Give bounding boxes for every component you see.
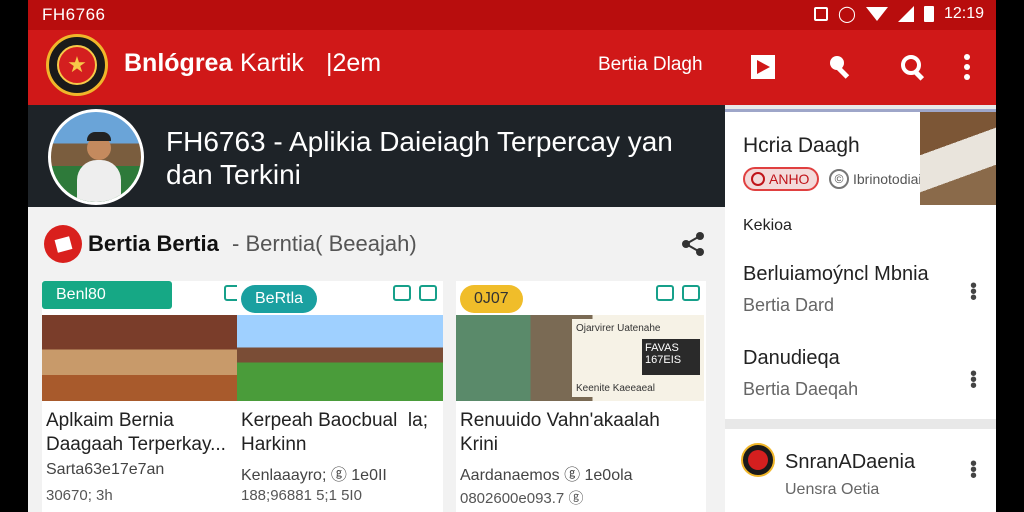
send-button[interactable]: [746, 50, 780, 84]
card-tag: BeRtla: [241, 285, 318, 313]
status-left-text: FH6766: [42, 5, 106, 24]
card-actions: [393, 285, 437, 301]
app-screen: FH6766 ◯ 12:19 ★ Bnlógrea Kartik |2em Be…: [28, 0, 996, 512]
section-title: Bertia Bertia: [88, 231, 219, 256]
more-vert-icon[interactable]: • • •: [970, 364, 977, 396]
card-tag: Benl80: [42, 281, 172, 309]
card-actions: [656, 285, 700, 301]
list-item-title[interactable]: Berluiamoýncl Mbnia: [743, 263, 929, 286]
badge-icon: [751, 172, 765, 186]
featured-badge: ANHO: [743, 167, 819, 191]
card-meta: Aardanaemos ⓖ 1e0ola: [460, 467, 633, 484]
card-tag: 0J07: [460, 285, 523, 313]
card-image-sign: Ojarvirer Uatenahe FAVAS 167EIS Keenite …: [572, 319, 700, 397]
card-date: 30670; 3h: [46, 487, 113, 504]
copyright-icon: ©: [829, 169, 849, 189]
hero-avatar: [48, 109, 144, 205]
share-icon[interactable]: [680, 231, 706, 257]
hero-title: FH6763 - Aplikia Daieiagh Terpercay yan …: [166, 126, 673, 190]
send-icon: [751, 55, 775, 79]
side-list-header: Kekioa: [743, 217, 792, 234]
app-bar: ★ Bnlógrea Kartik |2em Bertia Dlagh: [28, 30, 996, 105]
featured-card[interactable]: Hcria Daagh ANHO © Ibrinotodiai: [725, 109, 996, 205]
card-image: [237, 315, 443, 401]
sign-line1: Ojarvirer Uatenahe: [576, 323, 661, 334]
chip-label: Ibrinotodiai: [853, 171, 922, 187]
status-icons: ◯ 12:19: [814, 4, 984, 24]
shuffle-icon[interactable]: [656, 285, 674, 301]
app-title-part2: Kartik: [240, 49, 304, 77]
news-section-icon: [44, 225, 82, 263]
screenshot-icon: [814, 7, 829, 21]
more-vert-icon[interactable]: • • •: [970, 276, 977, 308]
featured-title: Hcria Daagh: [743, 134, 860, 157]
news-section: Bertia Bertia - Berntia( Beeajah) Benl80…: [28, 207, 725, 512]
search-icon: [901, 55, 925, 81]
bookmark-icon[interactable]: [419, 285, 437, 301]
more-vert-icon: [964, 54, 970, 80]
shield-icon[interactable]: [393, 285, 411, 301]
more-vert-icon[interactable]: • • •: [970, 454, 977, 486]
featured-thumbnail: [920, 112, 996, 205]
card-image: [42, 315, 248, 401]
battery-icon: [923, 6, 934, 22]
hero-banner[interactable]: FH6763 - Aplikia Daieiagh Terpercay yan …: [28, 105, 725, 207]
sign-box: FAVAS 167EIS: [642, 339, 700, 375]
sign-line2: Keenite Kaeeaeal: [576, 383, 655, 394]
key-icon: [830, 56, 850, 79]
card-date: 188;96881 5;1 5I0: [241, 487, 362, 504]
status-time: 12:19: [943, 5, 984, 22]
source-avatar: [741, 443, 775, 477]
pin-button[interactable]: [824, 50, 858, 84]
list-item-title[interactable]: Danudieqa: [743, 347, 840, 370]
badge-label: ANHO: [769, 171, 810, 187]
news-card[interactable]: Benl80 Aplkaim Bernia Daagaah Terperkay.…: [42, 281, 248, 512]
card-meta: Kenlaaayro; ⓖ 1e0II: [241, 467, 387, 484]
star-emblem-icon: ★: [57, 45, 97, 85]
right-panel: Hcria Daagh ANHO © Ibrinotodiai Kekioa B…: [725, 105, 996, 512]
status-bar: FH6766 ◯ 12:19: [28, 0, 996, 30]
side-list: Kekioa Berluiamoýncl Mbnia Bertia Dard •…: [725, 205, 996, 419]
alarm-icon: ◯: [838, 6, 856, 23]
section-subtitle: - Berntia( Beeajah): [232, 231, 417, 256]
overflow-menu-button[interactable]: [950, 50, 984, 84]
card-meta: Sarta63e17e7an: [46, 461, 165, 478]
search-button[interactable]: [896, 50, 930, 84]
bookmark-icon[interactable]: [682, 285, 700, 301]
app-logo[interactable]: ★: [46, 34, 108, 96]
source-card[interactable]: SnranADaenia Uensra Oetia • • •: [725, 429, 996, 512]
app-title-part3: |2em: [326, 49, 382, 77]
appbar-link[interactable]: Bertia Dlagh: [598, 54, 703, 76]
news-card[interactable]: BeRtla Kerpeah Baocbual la; Harkinn Kenl…: [237, 281, 443, 512]
source-title: SnranADaenia: [785, 451, 916, 473]
list-item-subtitle: Bertia Daeqah: [743, 379, 859, 399]
signal-icon: [897, 6, 914, 22]
wifi-icon: [865, 7, 888, 21]
card-title: Aplkaim Bernia Daagaah Terperkay...: [46, 410, 226, 455]
list-item-subtitle: Bertia Dard: [743, 295, 835, 315]
card-image: Ojarvirer Uatenahe FAVAS 167EIS Keenite …: [456, 315, 704, 401]
card-date: 0802600e093.7 ⓖ: [460, 490, 584, 507]
source-subtitle: Uensra Oetia: [785, 481, 880, 498]
card-title: Kerpeah Baocbual la; Harkinn: [241, 410, 428, 455]
app-title-part1: Bnlógrea: [124, 49, 233, 77]
card-title: Renuuido Vahn'akaalah Krini: [460, 410, 660, 455]
news-card[interactable]: 0J07 Ojarvirer Uatenahe FAVAS 167EIS Kee…: [456, 281, 706, 512]
